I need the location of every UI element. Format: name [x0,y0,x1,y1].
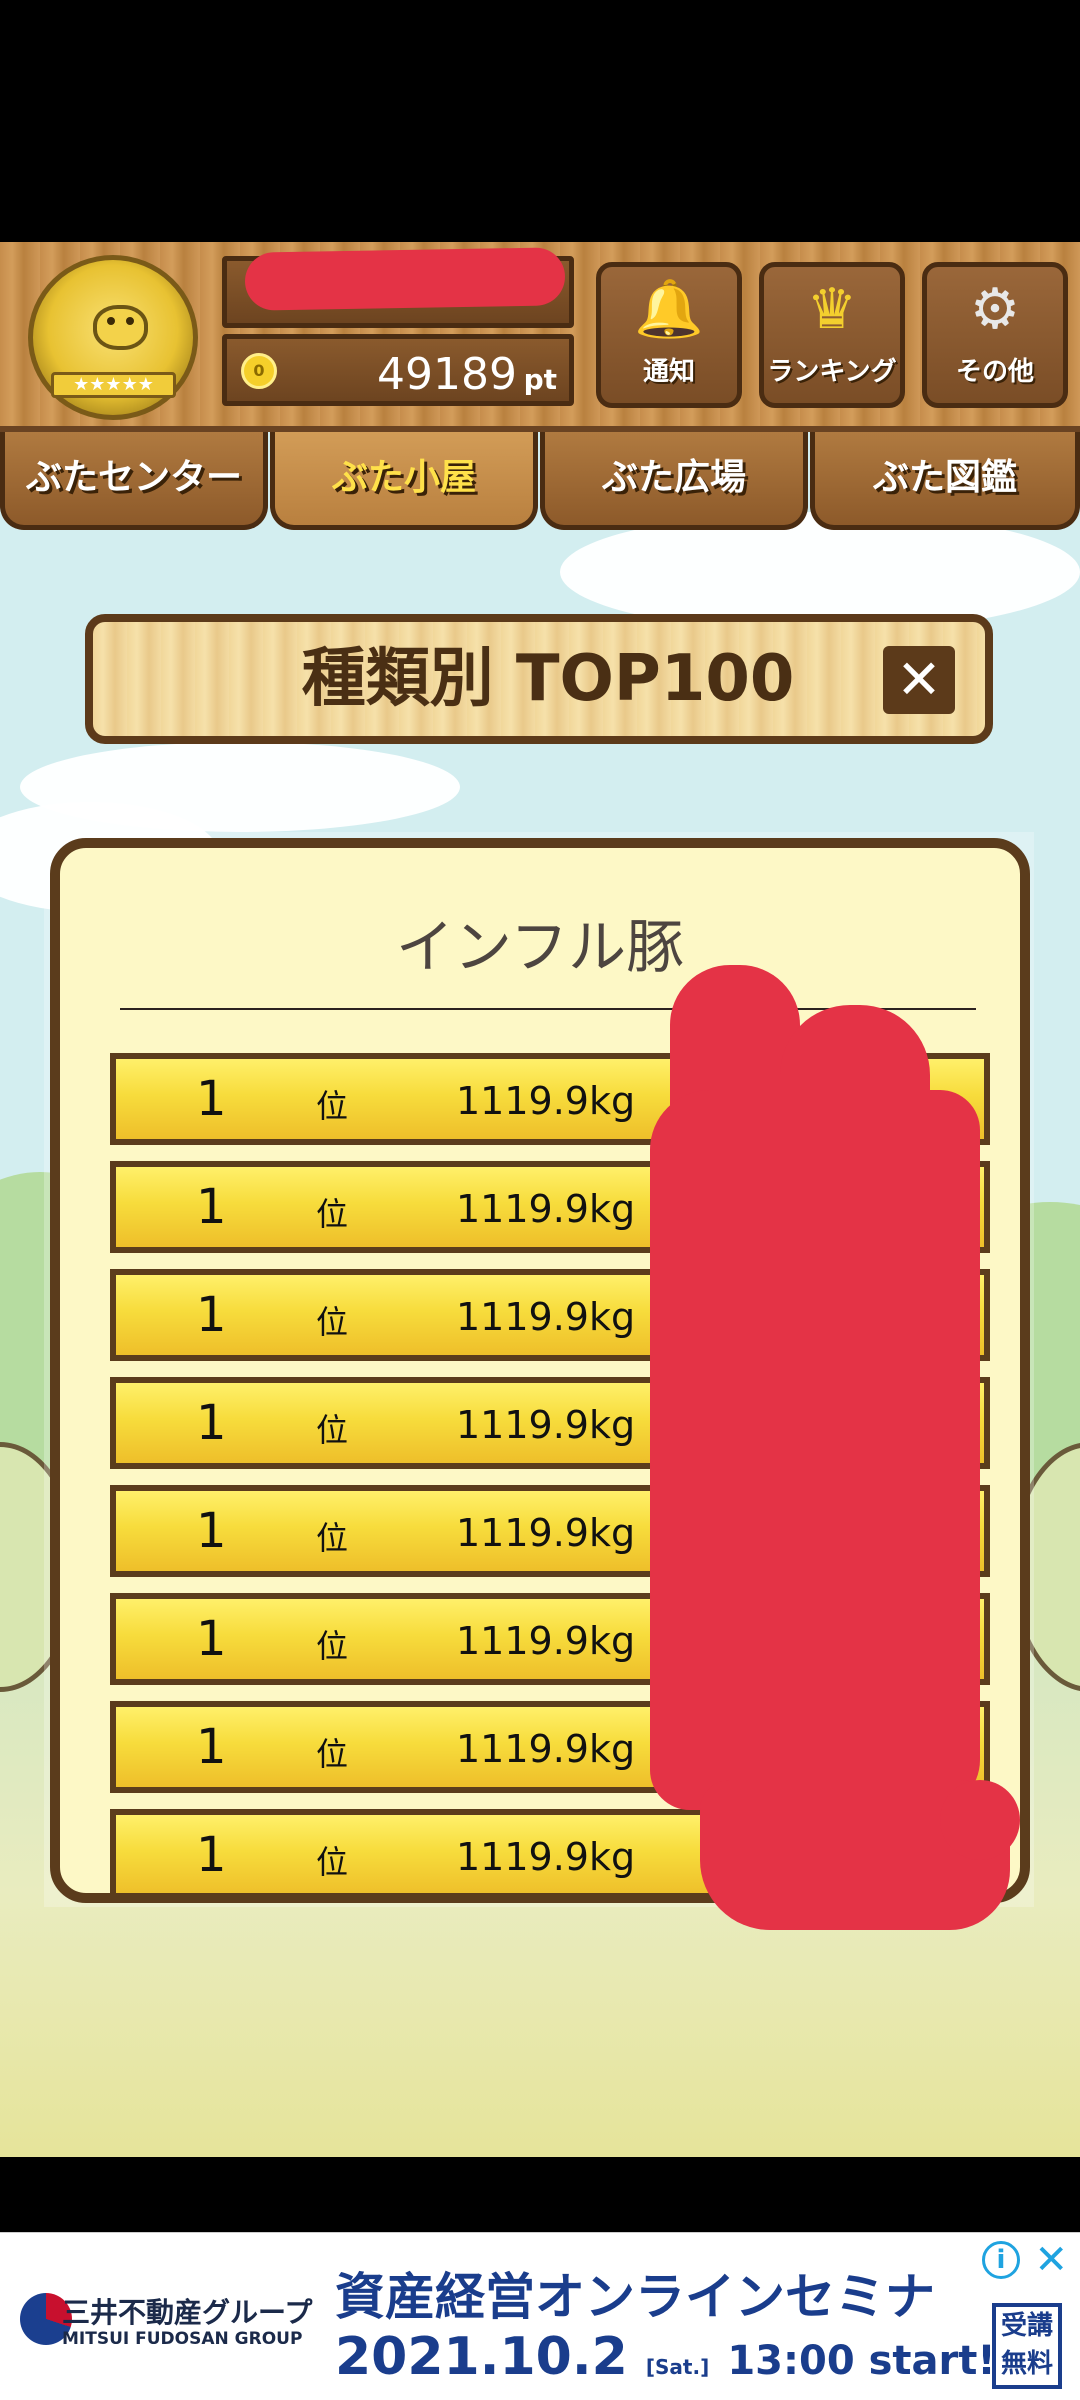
settings-label: その他 [955,357,1034,387]
free-badge-line2: 無料 [1000,2349,1053,2379]
notification-button[interactable]: 🔔 通知 [596,262,742,408]
main-nav: ぶたセンター ぶた小屋 ぶた広場 ぶた図鑑 [0,432,1080,532]
pig-weight: 1119.9kg [456,1619,636,1663]
pig-weight: 1119.9kg [456,1403,636,1447]
badge-stars: ★★★★★ [51,372,176,398]
points-value: 49189 [377,349,517,400]
ranking-label: ランキング [767,357,897,387]
category-title: インフル豚 [395,913,685,981]
tab-buta-hiroba[interactable]: ぶた広場 [540,432,808,530]
rank-number: 1 [196,1719,227,1775]
ad-headline: 資産経営オンラインセミナ [335,2268,935,2326]
notification-label: 通知 [642,357,695,387]
rank-unit: 位 [316,1627,349,1665]
tab-buta-zukan[interactable]: ぶた図鑑 [810,432,1080,530]
coin-icon: 0 [241,353,277,389]
ad-company-en: MITSUI FUDOSAN GROUP [62,2329,303,2349]
tab-buta-center[interactable]: ぶたセンター [0,432,268,530]
rank-number: 1 [196,1503,227,1559]
redaction-mark [940,1780,1020,1860]
ad-date-line: 2021.10.2 [Sat.] 13:00 start! [335,2327,996,2387]
ad-date: 2021.10.2 [335,2327,628,2387]
ad-info-icon[interactable]: i [982,2241,1020,2279]
status-bar-area [0,0,1080,242]
rank-unit: 位 [316,1087,349,1125]
rank-number: 1 [196,1287,227,1343]
rank-number: 1 [196,1071,227,1127]
ranking-title-bar: 種類別 TOP100 ✕ [85,614,993,744]
settings-button[interactable]: ⚙ その他 [922,262,1068,408]
bell-icon: 🔔 [634,277,704,342]
rank-badge[interactable]: ★★★★★ [28,255,198,420]
points-unit: pt [523,363,557,396]
close-button[interactable]: ✕ [883,646,955,714]
rank-number: 1 [196,1179,227,1235]
ad-banner[interactable]: 三井不動産グループ MITSUI FUDOSAN GROUP 資産経営オンライン… [0,2232,1080,2400]
pig-weight: 1119.9kg [456,1079,636,1123]
pig-icon [93,305,148,350]
ad-day: [Sat.] [645,2355,710,2379]
rank-unit: 位 [316,1195,349,1233]
ranking-button[interactable]: ♛ ランキング [759,262,905,408]
rank-unit: 位 [316,1735,349,1773]
ad-company: 三井不動産グループ [62,2296,313,2329]
free-badge-line1: 受講 [1000,2311,1053,2341]
pig-weight: 1119.9kg [456,1295,636,1339]
ad-close-icon[interactable]: ✕ [1034,2237,1068,2283]
crown-icon: ♛ [806,277,858,342]
cloud [20,742,460,832]
rank-number: 1 [196,1611,227,1667]
rank-unit: 位 [316,1519,349,1557]
rank-number: 1 [196,1827,227,1883]
redaction-mark [650,1090,980,1810]
pig-weight: 1119.9kg [456,1187,636,1231]
rank-number: 1 [196,1395,227,1451]
rank-unit: 位 [316,1843,349,1881]
ad-spacer [0,2157,1080,2232]
points-panel: 0 49189 pt [222,334,574,406]
gear-icon: ⚙ [969,277,1021,342]
tab-buta-koya[interactable]: ぶた小屋 [270,432,538,530]
pig-weight: 1119.9kg [456,1511,636,1555]
pig-weight: 1119.9kg [456,1835,636,1879]
ad-time: 13:00 start! [727,2338,996,2384]
redaction-mark [244,247,566,311]
free-badge: 受講 無料 [992,2303,1062,2389]
rank-unit: 位 [316,1411,349,1449]
rank-unit: 位 [316,1303,349,1341]
pig-weight: 1119.9kg [456,1727,636,1771]
ranking-title: 種類別 TOP100 [301,642,795,716]
